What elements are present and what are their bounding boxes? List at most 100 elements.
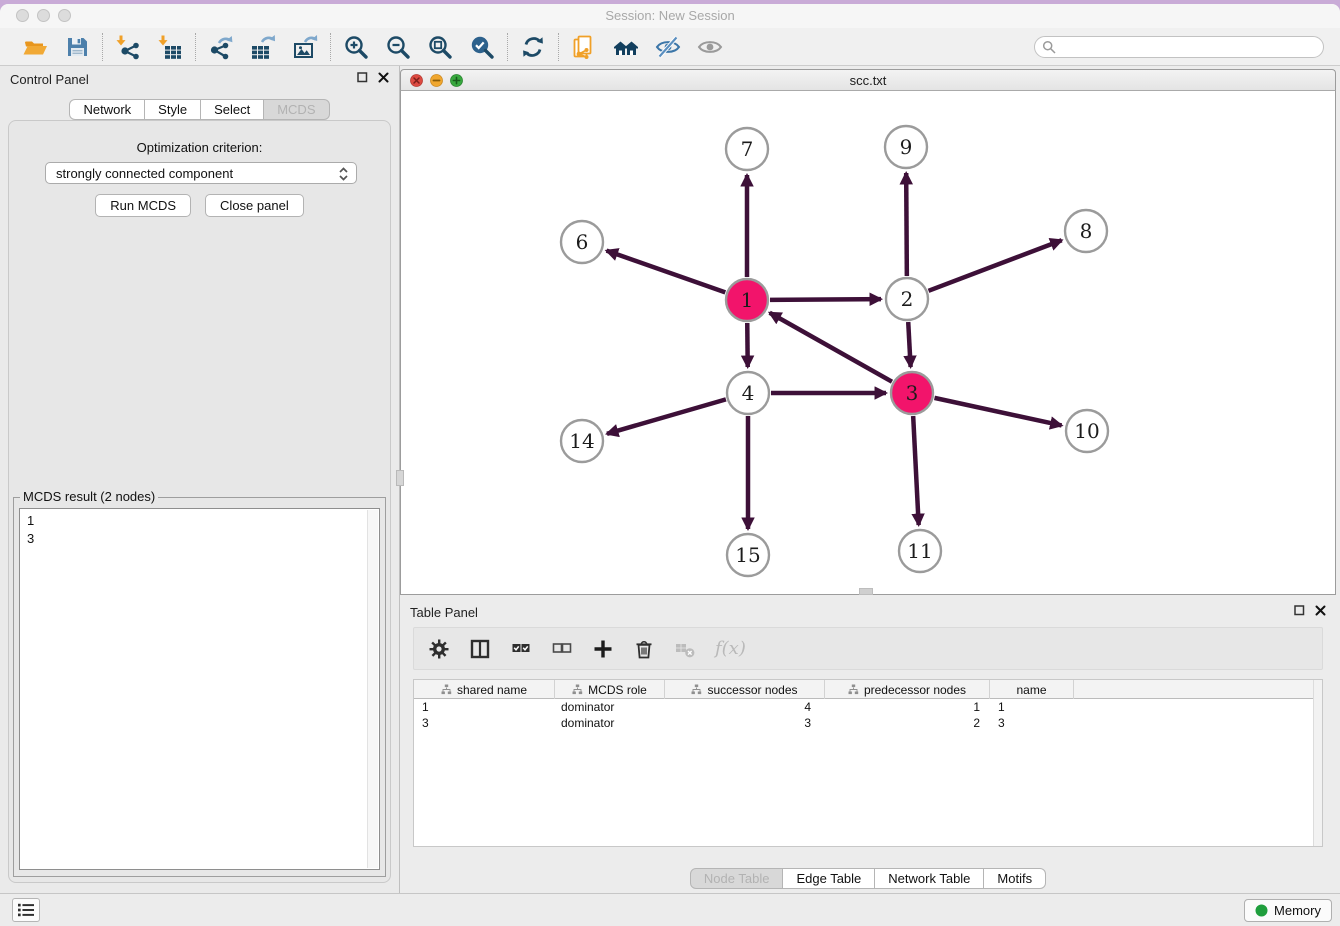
table-row[interactable]: 3dominator323 bbox=[414, 715, 1322, 731]
node-7[interactable]: 7 bbox=[726, 128, 768, 170]
table-row[interactable]: 1dominator411 bbox=[414, 699, 1322, 715]
node-3[interactable]: 3 bbox=[891, 372, 933, 414]
memory-label: Memory bbox=[1274, 903, 1321, 918]
tab-network[interactable]: Network bbox=[69, 99, 145, 120]
edge-3-10[interactable] bbox=[934, 398, 1061, 426]
workspace: scc.txt 7968124314101511 Table Panel bbox=[400, 66, 1336, 896]
mcds-result-text: 1 3 bbox=[27, 512, 379, 548]
node-table[interactable]: shared nameMCDS rolesuccessor nodesprede… bbox=[413, 679, 1323, 847]
close-panel-icon[interactable] bbox=[378, 72, 389, 83]
tab-mcds[interactable]: MCDS bbox=[264, 99, 329, 120]
column-header-name[interactable]: name bbox=[990, 680, 1074, 699]
criterion-value: strongly connected component bbox=[56, 166, 233, 181]
table-panel-title: Table Panel bbox=[410, 605, 478, 620]
edge-2-8[interactable] bbox=[929, 240, 1062, 291]
table-scrollbar[interactable] bbox=[1313, 680, 1322, 846]
svg-text:9: 9 bbox=[900, 135, 913, 159]
node-8[interactable]: 8 bbox=[1065, 210, 1107, 252]
node-2[interactable]: 2 bbox=[886, 278, 928, 320]
node-6[interactable]: 6 bbox=[561, 221, 603, 263]
edge-2-3[interactable] bbox=[908, 322, 910, 367]
zoom-in-icon[interactable] bbox=[343, 34, 369, 60]
edge-1-6[interactable] bbox=[607, 251, 726, 293]
export-network-icon[interactable] bbox=[208, 34, 234, 60]
search-input[interactable] bbox=[1034, 36, 1324, 58]
table-header-row: shared nameMCDS rolesuccessor nodesprede… bbox=[414, 680, 1322, 699]
node-11[interactable]: 11 bbox=[899, 530, 941, 572]
edge-1-2[interactable] bbox=[770, 299, 881, 300]
export-table-icon[interactable] bbox=[250, 34, 276, 60]
task-history-button[interactable] bbox=[12, 898, 40, 922]
column-header-shared-name[interactable]: shared name bbox=[414, 680, 555, 699]
table-cell: 3 bbox=[414, 715, 555, 731]
delete-table-icon[interactable] bbox=[674, 638, 696, 660]
new-column-icon[interactable] bbox=[592, 638, 614, 660]
edge-2-9[interactable] bbox=[906, 173, 907, 276]
function-builder-icon[interactable]: f(x) bbox=[715, 638, 746, 659]
first-neighbors-icon[interactable] bbox=[613, 34, 639, 60]
edge-4-14[interactable] bbox=[607, 399, 726, 433]
select-all-rows-icon[interactable] bbox=[510, 638, 532, 660]
table-cell: 1 bbox=[990, 699, 1074, 715]
zoom-selected-icon[interactable] bbox=[469, 34, 495, 60]
save-session-icon[interactable] bbox=[64, 34, 90, 60]
apply-layout-icon[interactable] bbox=[520, 34, 546, 60]
edge-3-11[interactable] bbox=[913, 416, 919, 525]
control-panel-title: Control Panel bbox=[10, 72, 89, 87]
import-network-icon[interactable] bbox=[115, 34, 141, 60]
network-title: scc.txt bbox=[401, 73, 1335, 88]
column-header-predecessor-nodes[interactable]: predecessor nodes bbox=[825, 680, 990, 699]
svg-text:10: 10 bbox=[1074, 419, 1099, 443]
memory-button[interactable]: Memory bbox=[1244, 899, 1332, 922]
table-options-icon[interactable] bbox=[428, 638, 450, 660]
mcds-result-box[interactable]: 1 3 bbox=[19, 508, 380, 870]
mcds-result-fieldset: MCDS result (2 nodes) 1 3 bbox=[13, 497, 386, 877]
node-14[interactable]: 14 bbox=[561, 420, 603, 462]
deselect-all-rows-icon[interactable] bbox=[551, 638, 573, 660]
select-stepper-icon bbox=[338, 166, 349, 182]
table-cell: 3 bbox=[665, 715, 825, 731]
hide-selected-icon[interactable] bbox=[655, 34, 681, 60]
criterion-select[interactable]: strongly connected component bbox=[45, 162, 357, 184]
mcds-result-title: MCDS result (2 nodes) bbox=[20, 489, 158, 504]
tab-motifs[interactable]: Motifs bbox=[984, 868, 1046, 889]
node-10[interactable]: 10 bbox=[1066, 410, 1108, 452]
new-network-from-selection-icon[interactable] bbox=[571, 34, 597, 60]
network-resize-handle[interactable] bbox=[859, 588, 873, 595]
node-9[interactable]: 9 bbox=[885, 126, 927, 168]
tab-style[interactable]: Style bbox=[145, 99, 201, 120]
tab-select[interactable]: Select bbox=[201, 99, 264, 120]
network-canvas-svg: 7 9 6 8 1 2 4 3 14 10 15 11 bbox=[401, 91, 1335, 593]
node-4[interactable]: 4 bbox=[727, 372, 769, 414]
export-image-icon[interactable] bbox=[292, 34, 318, 60]
close-panel-icon[interactable] bbox=[1315, 605, 1326, 616]
tab-edge-table[interactable]: Edge Table bbox=[783, 868, 875, 889]
result-scrollbar[interactable] bbox=[367, 510, 378, 868]
tab-node-table[interactable]: Node Table bbox=[690, 868, 784, 889]
run-mcds-button[interactable]: Run MCDS bbox=[95, 194, 191, 217]
svg-text:4: 4 bbox=[742, 381, 755, 405]
zoom-fit-icon[interactable] bbox=[427, 34, 453, 60]
show-all-icon[interactable] bbox=[697, 34, 723, 60]
column-header-mcds-role[interactable]: MCDS role bbox=[555, 680, 665, 699]
tab-network-table[interactable]: Network Table bbox=[875, 868, 984, 889]
open-session-icon[interactable] bbox=[22, 34, 48, 60]
table-cell: 1 bbox=[825, 699, 990, 715]
delete-columns-icon[interactable] bbox=[633, 638, 655, 660]
panel-splitter-handle[interactable] bbox=[396, 470, 404, 486]
svg-text:8: 8 bbox=[1080, 219, 1093, 243]
show-columns-icon[interactable] bbox=[469, 638, 491, 660]
node-1[interactable]: 1 bbox=[726, 279, 768, 321]
float-panel-icon[interactable] bbox=[357, 72, 368, 83]
table-cell: 3 bbox=[990, 715, 1074, 731]
search-icon bbox=[1042, 40, 1056, 54]
close-panel-button[interactable]: Close panel bbox=[205, 194, 304, 217]
network-canvas[interactable]: 7 9 6 8 1 2 4 3 14 10 15 11 bbox=[400, 91, 1336, 595]
import-table-icon[interactable] bbox=[157, 34, 183, 60]
edge-3-1[interactable] bbox=[770, 313, 892, 382]
node-15[interactable]: 15 bbox=[727, 534, 769, 576]
attribute-icon bbox=[572, 684, 583, 695]
zoom-out-icon[interactable] bbox=[385, 34, 411, 60]
column-header-successor-nodes[interactable]: successor nodes bbox=[665, 680, 825, 699]
float-panel-icon[interactable] bbox=[1294, 605, 1305, 616]
